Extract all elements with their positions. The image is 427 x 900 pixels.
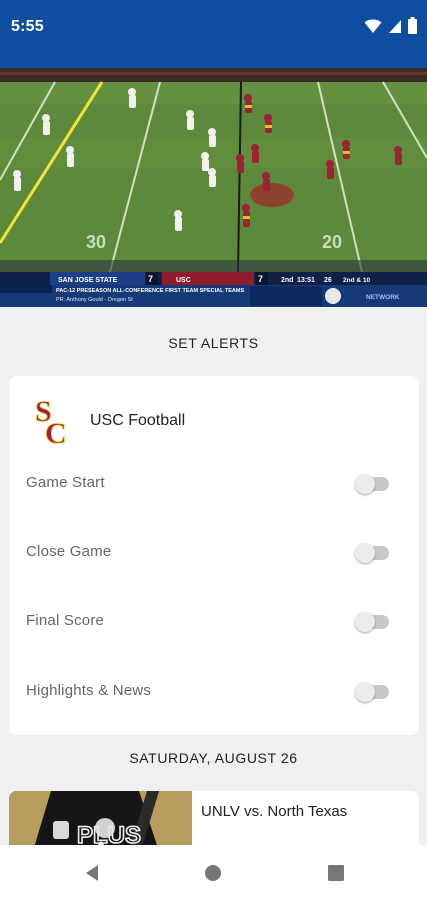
- usc-sc-logo: S C: [35, 395, 67, 444]
- final-score-toggle[interactable]: [355, 612, 391, 632]
- video-player[interactable]: 30 20 SAN JOSE STATE 7 USC 7 2nd 13:51 2…: [0, 68, 427, 307]
- alert-label: Highlights & News: [26, 682, 152, 699]
- toggle-thumb: [355, 682, 375, 702]
- schedule-date-heading: SATURDAY, AUGUST 26: [129, 750, 298, 766]
- status-bar: 5:55: [0, 0, 427, 68]
- toggle-thumb: [355, 543, 375, 563]
- alert-row-game-start: Game Start: [9, 464, 419, 504]
- team-alerts-card: S C USC Football Game Start Close Game F…: [9, 376, 419, 735]
- alert-row-final-score: Final Score: [9, 602, 419, 642]
- game-thumbnail: PLUS: [9, 791, 192, 851]
- svg-text:C: C: [45, 417, 67, 444]
- scorebug-away-team: SAN JOSE STATE: [58, 277, 118, 284]
- back-triangle-icon[interactable]: [82, 862, 104, 884]
- alert-label: Game Start: [26, 474, 105, 491]
- scorebug-clock: 13:51: [297, 277, 315, 284]
- scorebug-play-clock: 26: [324, 277, 332, 284]
- alert-label: Final Score: [26, 612, 105, 629]
- network-label: NETWORK: [366, 294, 400, 301]
- scorebug-quarter: 2nd: [281, 277, 293, 284]
- signal-icon: [389, 19, 401, 33]
- team-name: USC Football: [90, 412, 186, 429]
- set-alerts-heading: SET ALERTS: [168, 335, 259, 351]
- home-circle-icon[interactable]: [202, 862, 224, 884]
- recents-square-icon[interactable]: [325, 862, 347, 884]
- game-card[interactable]: PLUS UNLV vs. North Texas: [9, 791, 419, 851]
- toggle-thumb: [355, 474, 375, 494]
- ticker-title: PAC-12 PRESEASON ALL-CONFERENCE FIRST TE…: [56, 288, 244, 294]
- alert-row-close-game: Close Game: [9, 533, 419, 573]
- close-game-toggle[interactable]: [355, 543, 391, 563]
- highlights-news-toggle[interactable]: [355, 682, 391, 702]
- scorebug-home-score: 7: [258, 274, 263, 284]
- system-nav-bar: [0, 845, 427, 900]
- scorebug-down-distance: 2nd & 10: [343, 277, 370, 284]
- alert-label: Close Game: [26, 543, 112, 560]
- football-broadcast-frame: 30 20 SAN JOSE STATE 7 USC 7 2nd 13:51 2…: [0, 68, 427, 307]
- scorebug-away-score: 7: [148, 274, 153, 284]
- game-start-toggle[interactable]: [355, 474, 391, 494]
- toggle-thumb: [355, 612, 375, 632]
- battery-icon: [408, 17, 417, 34]
- status-time: 5:55: [11, 18, 44, 35]
- scorebug-home-team: USC: [176, 277, 191, 284]
- alert-row-highlights-news: Highlights & News: [9, 672, 419, 712]
- yard-marker-20: 20: [322, 232, 342, 252]
- wifi-icon: [364, 18, 382, 33]
- status-icons: [364, 17, 417, 34]
- game-title: UNLV vs. North Texas: [201, 803, 348, 820]
- yard-marker-30: 30: [86, 232, 106, 252]
- ticker-subtitle: PR: Anthony Gould - Oregon St: [56, 297, 133, 303]
